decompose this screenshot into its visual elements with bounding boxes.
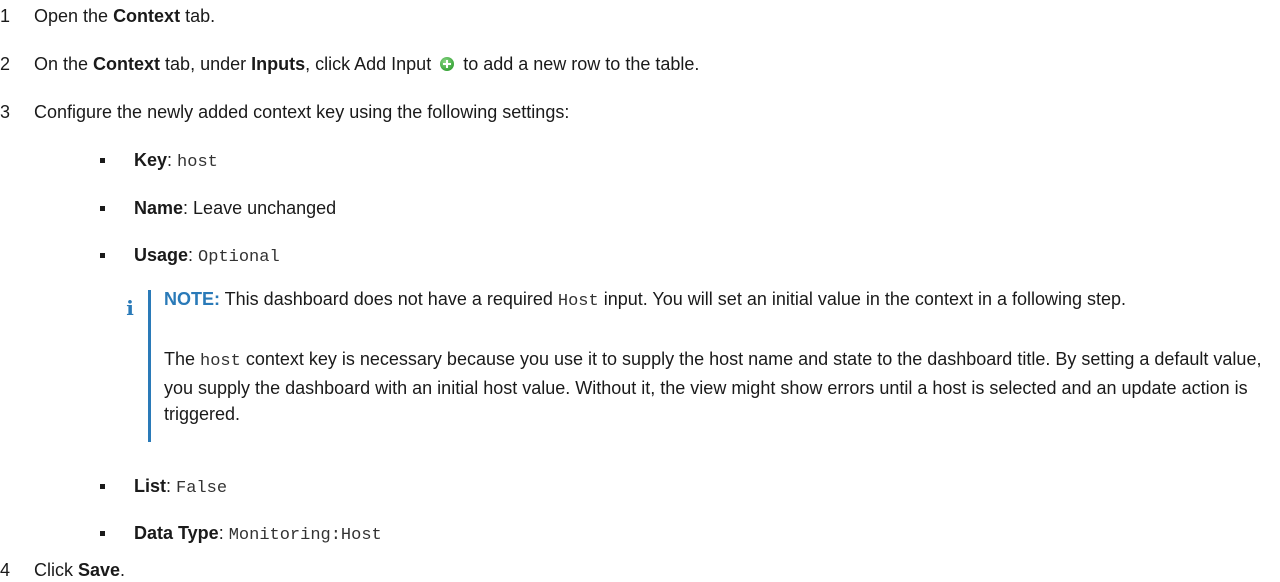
setting-value: False	[176, 479, 228, 498]
note-code: Host	[557, 292, 599, 311]
setting-label: Data Type	[134, 523, 219, 543]
setting-separator: :	[166, 476, 177, 496]
setting-value: Leave unchanged	[193, 198, 337, 218]
context-tab-term: Context	[93, 54, 161, 74]
note-code: host	[200, 352, 241, 371]
note-paragraph-2: The host context key is necessary becaus…	[164, 346, 1274, 427]
note-text: This dashboard does not have a required	[220, 289, 558, 309]
note-divider	[148, 290, 151, 442]
step-text-post: tab.	[180, 6, 216, 26]
save-term: Save	[78, 560, 121, 580]
setting-separator: :	[218, 523, 229, 543]
context-tab-term: Context	[113, 6, 181, 26]
note-text: context key is necessary because you use…	[164, 349, 1262, 424]
setting-value: host	[177, 153, 218, 172]
step-text: Configure the newly added context key us…	[34, 102, 570, 122]
note-label: NOTE:	[164, 289, 220, 309]
bullet-icon	[100, 531, 105, 536]
step-number: 1	[0, 6, 11, 26]
step-text-pre: Click	[34, 560, 78, 580]
step-text: Click Save.	[34, 558, 125, 582]
step-text: On the Context tab, under Inputs, click …	[34, 52, 699, 76]
bullet-icon	[100, 158, 105, 163]
procedure-document: 1 Open the Context tab. 2 On the Context…	[0, 0, 1280, 582]
setting-label: List	[134, 476, 167, 496]
add-input-icon	[440, 57, 455, 71]
note-text: input. You will set an initial value in …	[598, 289, 1127, 309]
step-text-post: to add a new row to the table.	[458, 54, 700, 74]
step-number: 4	[0, 560, 11, 580]
step-text-pre: On the	[34, 54, 94, 74]
step-text: Open the Context tab.	[34, 4, 215, 28]
setting-label: Key	[134, 150, 168, 170]
step-number: 3	[0, 102, 11, 122]
step-number: 2	[0, 54, 11, 74]
note-paragraph-1: NOTE: This dashboard does not have a req…	[164, 286, 1274, 315]
step-text-pre: Open the	[34, 6, 114, 26]
setting-label: Usage	[134, 245, 189, 265]
setting-value: Monitoring:Host	[228, 526, 382, 545]
setting-label: Name	[134, 198, 184, 218]
inputs-term: Inputs	[251, 54, 306, 74]
setting-separator: :	[188, 245, 199, 265]
note-text: The	[164, 349, 201, 369]
step-text-mid: tab, under	[160, 54, 252, 74]
bullet-icon	[100, 253, 105, 258]
bullet-icon	[100, 484, 105, 489]
setting-value: Optional	[198, 248, 280, 267]
step-text-mid: , click Add Input	[305, 54, 432, 74]
info-icon: i	[126, 296, 134, 320]
setting-separator: :	[183, 198, 194, 218]
setting-separator: :	[167, 150, 178, 170]
bullet-icon	[100, 206, 105, 211]
step-text-post: .	[120, 560, 126, 580]
